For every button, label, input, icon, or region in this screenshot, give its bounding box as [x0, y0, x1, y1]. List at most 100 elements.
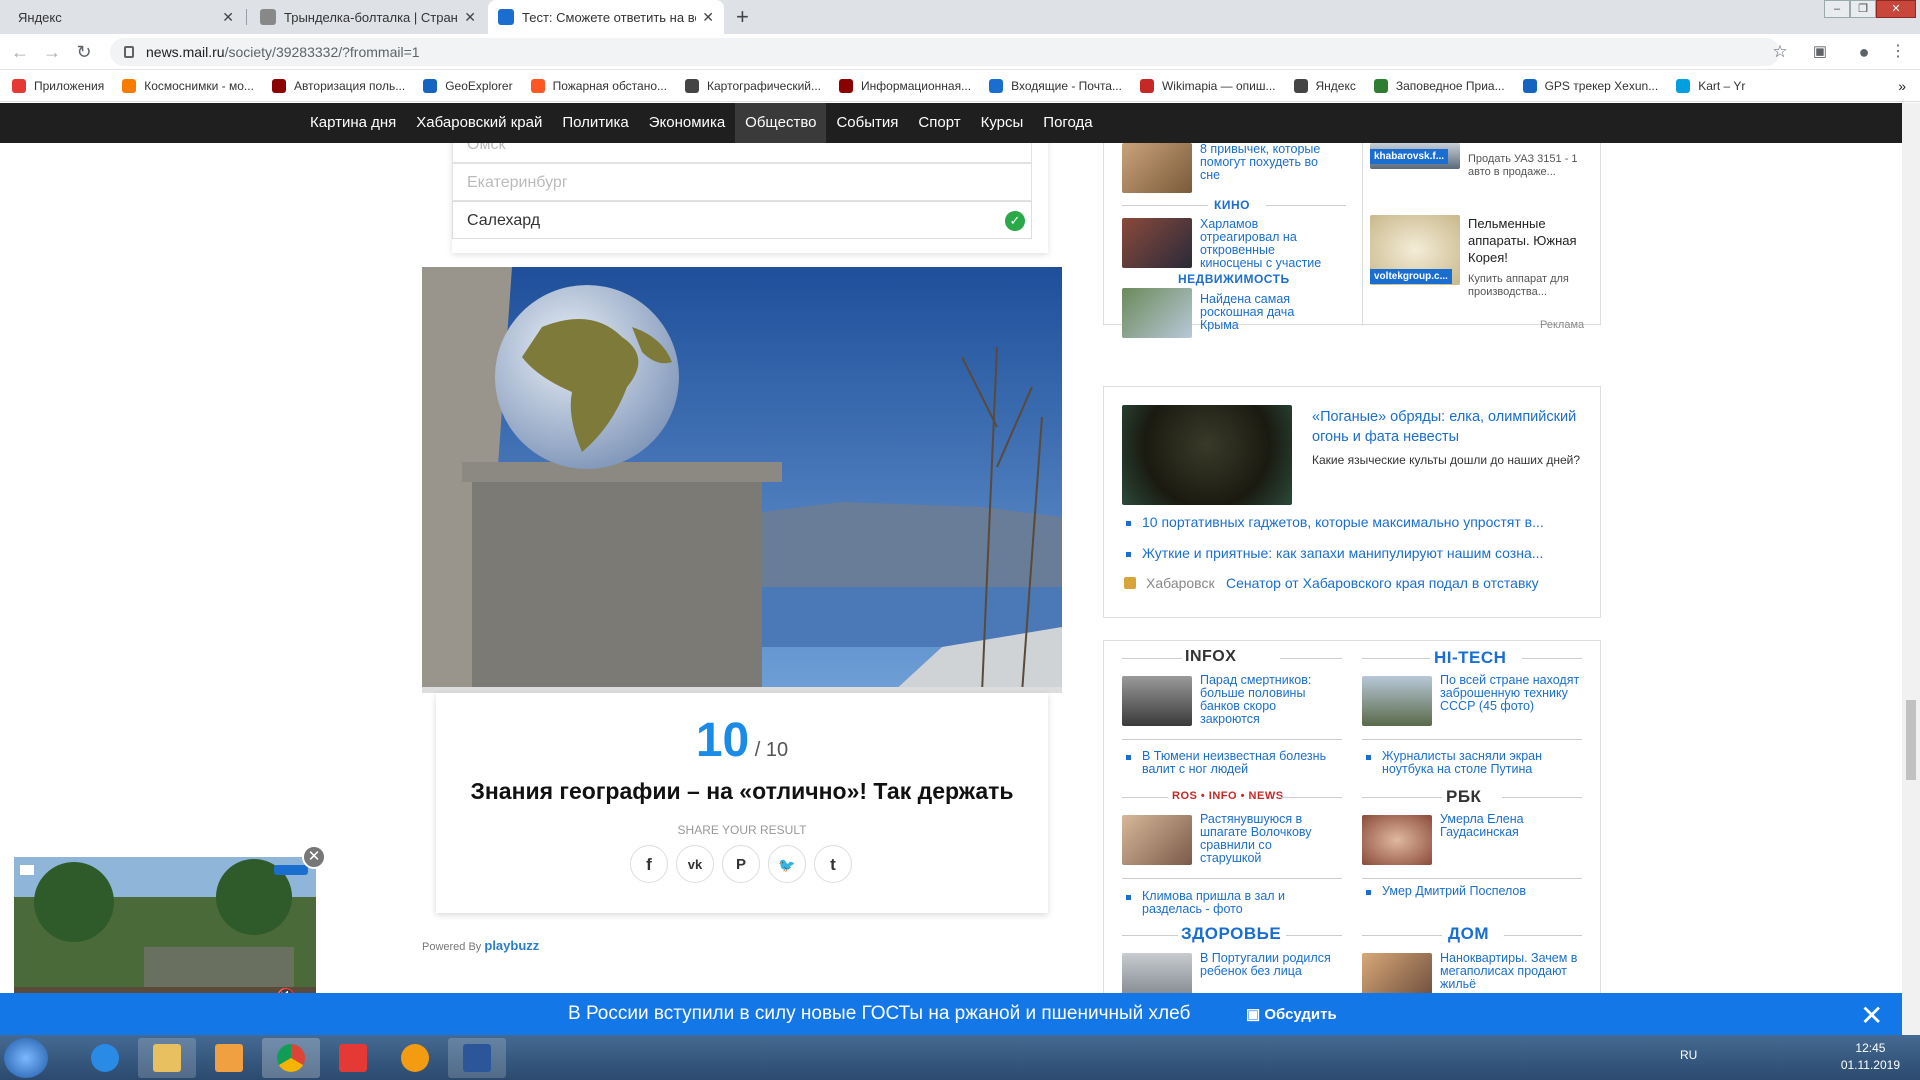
rosinfonews-logo[interactable]: ROS • INFO • NEWS	[1172, 790, 1284, 802]
site-nav-item[interactable]: Погода	[1033, 103, 1102, 143]
cat-home-thumbnail[interactable]	[1362, 953, 1432, 993]
video-close-icon[interactable]: ✕	[302, 845, 326, 869]
extension-icon[interactable]: ▣	[1808, 40, 1832, 64]
window-close-icon[interactable]: ✕	[1876, 0, 1916, 18]
news-link[interactable]: 8 привычек, которые помогут похудеть во …	[1200, 143, 1340, 182]
feature-link[interactable]: 10 портативных гаджетов, которые максима…	[1142, 515, 1544, 529]
site-nav-item[interactable]: Общество	[735, 103, 827, 143]
minimize-icon[interactable]: –	[1824, 0, 1850, 18]
news-link[interactable]: Умер Дмитрий Поспелов	[1382, 885, 1582, 898]
bank-thumbnail[interactable]	[1122, 676, 1192, 726]
site-nav-item[interactable]: Экономика	[639, 103, 735, 143]
tumblr-share-icon[interactable]: t	[814, 845, 852, 883]
tab-forum[interactable]: Трындел­ка-болталка | Страница ✕	[250, 0, 486, 34]
banner-text[interactable]: В России вступили в силу новые ГОСТы на …	[568, 1003, 1190, 1025]
site-nav-item[interactable]: Спорт	[908, 103, 970, 143]
bookmark-item[interactable]: GeoExplorer	[423, 78, 513, 93]
taskbar-media[interactable]	[200, 1038, 258, 1078]
powered-by[interactable]: Powered By playbuzz	[422, 938, 539, 953]
system-clock[interactable]: 12:45 01.11.2019	[1841, 1040, 1900, 1074]
news-link[interactable]: В Тюмени неизвестная болезнь валит с ног…	[1142, 750, 1342, 776]
hospital-thumbnail[interactable]	[1122, 953, 1192, 993]
ad-text[interactable]: Продать УАЗ 3151 - 1 авто в продаже...	[1468, 153, 1593, 179]
page-scrollbar[interactable]	[1902, 103, 1920, 1035]
site-nav-item[interactable]: Политика	[552, 103, 638, 143]
taskbar-word[interactable]	[448, 1038, 506, 1078]
ad-source-tag[interactable]: khabarovsk.f...	[1370, 149, 1449, 164]
forward-arrow-icon[interactable]: →	[40, 40, 64, 64]
bookmark-item[interactable]: Картографический...	[685, 78, 821, 93]
tab-close-icon[interactable]: ✕	[222, 9, 234, 26]
feature-link[interactable]: Жуткие и приятные: как запахи манипулиру…	[1142, 546, 1543, 560]
site-nav-item[interactable]: События	[826, 103, 908, 143]
people-thumbnail[interactable]	[1122, 218, 1192, 268]
volochkova-thumbnail[interactable]	[1122, 815, 1192, 865]
restore-icon[interactable]: ❐	[1850, 0, 1876, 18]
news-link[interactable]: Нанокварти­ры. Зачем в мегаполисах прода…	[1440, 952, 1580, 991]
bookmark-star-icon[interactable]: ☆	[1768, 40, 1792, 64]
news-link[interactable]: Найдена самая роскошная дача Крыма	[1200, 293, 1330, 332]
bookmark-item[interactable]: Космоснимки - мо...	[122, 78, 254, 93]
quiz-option[interactable]: Омск	[452, 143, 1032, 163]
villa-thumbnail[interactable]	[1122, 288, 1192, 338]
site-nav-item[interactable]: Хабаровский край	[406, 103, 552, 143]
start-button-icon[interactable]	[4, 1038, 48, 1078]
news-link[interactable]: В Португалии родился ребенок без лица	[1200, 952, 1340, 978]
news-link[interactable]: Умерла Елена Гаудасинская	[1440, 813, 1570, 839]
url-bar[interactable]: news.mail.ru /society/39283332/?frommail…	[110, 38, 1780, 66]
ad-source-tag[interactable]: voltekgroup.c...	[1370, 269, 1452, 284]
ad-title[interactable]: Пельменные аппараты. Южная Корея!	[1468, 215, 1590, 266]
taskbar-chrome[interactable]	[262, 1038, 320, 1078]
local-news-link[interactable]: Сенатор от Хабаровского края подал в отс…	[1226, 576, 1539, 590]
bookmark-item[interactable]: Kart – Yr	[1676, 78, 1745, 93]
profile-icon[interactable]: ●	[1852, 40, 1876, 64]
bookmark-item[interactable]: Информационная...	[839, 78, 971, 93]
portrait-thumbnail[interactable]	[1362, 815, 1432, 865]
section-label-hitech[interactable]: HI-TECH	[1434, 648, 1506, 668]
pinterest-share-icon[interactable]: P	[722, 845, 760, 883]
bookmark-item[interactable]: Яндекс	[1293, 78, 1356, 93]
tab-yandex[interactable]: Яндекс ✕	[8, 0, 244, 34]
section-label-realty[interactable]: НЕДВИЖИМОСТЬ	[1178, 272, 1290, 286]
quiz-option-correct[interactable]: Салехард ✓	[452, 201, 1032, 239]
scrollbar-thumb[interactable]	[1906, 700, 1916, 780]
news-link[interactable]: Климова пришла в зал и разделась - фото	[1142, 890, 1342, 916]
vk-share-icon[interactable]: vk	[676, 845, 714, 883]
discuss-link[interactable]: ▣ Обсудить	[1246, 1005, 1337, 1023]
infox-logo[interactable]: INFOX	[1185, 648, 1236, 666]
twitter-share-icon[interactable]: 🐦	[768, 845, 806, 883]
site-nav-item[interactable]: Курсы	[971, 103, 1034, 143]
site-nav-item[interactable]: Картина дня	[300, 103, 406, 143]
tab-close-icon[interactable]: ✕	[702, 9, 714, 26]
bookmarks-more-icon[interactable]: »	[1898, 78, 1906, 94]
new-tab-button[interactable]: +	[736, 4, 749, 30]
section-label-health[interactable]: ЗДОРОВЬЕ	[1181, 924, 1281, 944]
menu-dots-icon[interactable]: ⋮	[1886, 40, 1910, 64]
bookmark-item[interactable]: Приложения	[12, 78, 104, 93]
section-label-home[interactable]: ДОМ	[1448, 924, 1489, 944]
reload-icon[interactable]: ↻	[72, 40, 96, 64]
cat-thumbnail[interactable]	[1122, 143, 1192, 193]
banner-close-icon[interactable]: ✕	[1860, 999, 1883, 1032]
taskbar-ie[interactable]	[76, 1038, 134, 1078]
black-cat-thumbnail[interactable]	[1122, 405, 1292, 505]
back-arrow-icon[interactable]: ←	[8, 40, 32, 64]
bookmark-item[interactable]: Пожарная обстано...	[530, 78, 667, 93]
tech-thumbnail[interactable]	[1362, 676, 1432, 726]
bookmark-item[interactable]: Wikimapia — опиш...	[1139, 78, 1276, 93]
bookmark-item[interactable]: Входящие - Почта...	[989, 78, 1122, 93]
breaking-news-banner[interactable]: В России вступили в силу новые ГОСТы на …	[0, 993, 1902, 1035]
news-link[interactable]: Парад смертников: больше половины банков…	[1200, 674, 1325, 726]
bookmark-item[interactable]: GPS трекер Xexun...	[1522, 78, 1658, 93]
feature-title[interactable]: «Поганые» обряды: елка, олимпийский огон…	[1312, 407, 1582, 447]
taskbar-yandex[interactable]	[324, 1038, 382, 1078]
taskbar-app[interactable]	[386, 1038, 444, 1078]
bookmark-item[interactable]: Авторизация поль...	[271, 78, 405, 93]
tab-close-icon[interactable]: ✕	[464, 9, 476, 26]
tab-quiz-active[interactable]: Тест: Сможете ответить на вопр ✕	[488, 0, 724, 34]
rbc-logo[interactable]: РБК	[1446, 787, 1481, 807]
quiz-option[interactable]: Екатеринбург	[452, 163, 1032, 201]
bookmark-item[interactable]: Заповедное Приа...	[1373, 78, 1505, 93]
news-link[interactable]: Журналисты засняли экран ноутбука на сто…	[1382, 750, 1582, 776]
facebook-share-icon[interactable]: f	[630, 845, 668, 883]
